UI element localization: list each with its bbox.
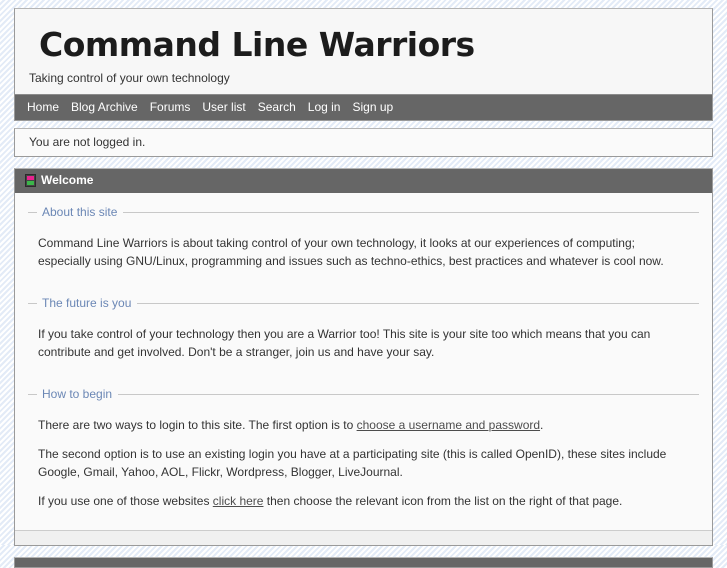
nav-item-log-in[interactable]: Log in	[308, 99, 341, 115]
choose-username-password-link[interactable]: choose a username and password	[357, 418, 540, 432]
nav-item-forums[interactable]: Forums	[150, 99, 191, 115]
welcome-panel-body: About this site Command Line Warriors is…	[15, 193, 712, 518]
nav-item-user-list[interactable]: User list	[202, 99, 245, 115]
section-legend-row: The future is you	[28, 284, 699, 313]
nav-item-search[interactable]: Search	[258, 99, 296, 115]
legend-rule	[118, 393, 699, 395]
nav-item-sign-up[interactable]: Sign up	[352, 99, 393, 115]
login-status-bar: You are not logged in.	[14, 128, 713, 157]
section-the-future-is-you: The future is you If you take control of…	[28, 284, 699, 375]
site-logo: Command Line Warriors	[39, 25, 475, 64]
paragraph-text-before-link: If you use one of those websites	[38, 494, 213, 508]
welcome-panel: Welcome About this site Command Line War…	[14, 168, 713, 546]
collapse-toggle-icon[interactable]	[25, 174, 36, 187]
section-legend-future: The future is you	[42, 296, 132, 310]
site-tagline: Taking control of your own technology	[29, 71, 230, 85]
future-paragraph: If you take control of your technology t…	[38, 327, 651, 359]
legend-rule	[137, 302, 699, 304]
section-legend-row: How to begin	[28, 375, 699, 404]
legend-dash	[28, 302, 37, 304]
next-panel-header[interactable]	[15, 558, 712, 567]
page-title: Welcome	[41, 173, 94, 187]
legend-dash	[28, 211, 37, 213]
how-to-begin-paragraph-3: If you use one of those websites click h…	[28, 481, 699, 514]
legend-rule	[123, 211, 699, 213]
how-to-begin-paragraph-1: There are two ways to login to this site…	[28, 404, 699, 434]
nav-item-home[interactable]: Home	[27, 99, 59, 115]
about-paragraph: Command Line Warriors is about taking co…	[38, 236, 664, 268]
paragraph-text-after-link: .	[540, 418, 544, 432]
nav-item-blog-archive[interactable]: Blog Archive	[71, 99, 138, 115]
section-legend-about: About this site	[42, 205, 118, 219]
section-legend-how-to-begin: How to begin	[42, 387, 113, 401]
legend-dash	[28, 393, 37, 395]
main-navigation: Home Blog Archive Forums User list Search Log…	[15, 94, 712, 120]
click-here-link[interactable]: click here	[213, 494, 264, 508]
paragraph-text-after-link: then choose the relevant icon from the l…	[263, 494, 623, 508]
section-about-this-site: About this site Command Line Warriors is…	[28, 193, 699, 284]
next-panel	[14, 557, 713, 568]
panel-footer	[15, 530, 712, 545]
site-header: Command Line Warriors Taking control of …	[14, 8, 713, 121]
page-wrapper: Command Line Warriors Taking control of …	[14, 0, 713, 568]
how-to-begin-paragraph-2: The second option is to use an existing …	[38, 447, 667, 479]
section-how-to-begin: How to begin There are two ways to login…	[28, 375, 699, 518]
logo-area: Command Line Warriors	[15, 9, 712, 71]
paragraph-text-before-link: There are two ways to login to this site…	[38, 418, 357, 432]
section-legend-row: About this site	[28, 193, 699, 222]
welcome-panel-header[interactable]: Welcome	[15, 169, 712, 193]
